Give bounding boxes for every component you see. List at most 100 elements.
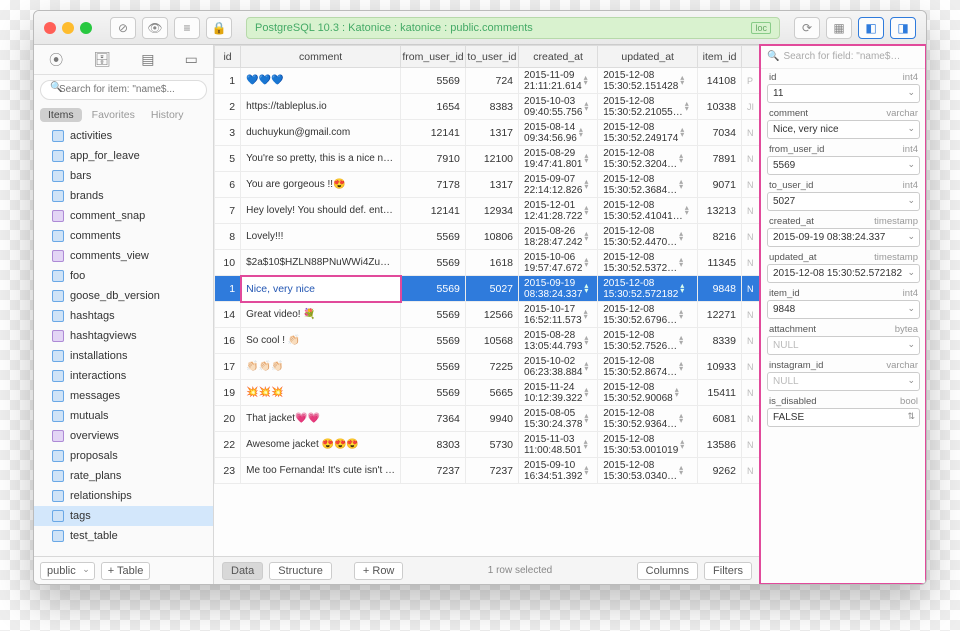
table-row[interactable]: 5You're so pretty, this is a nice ni gor… — [215, 146, 760, 172]
cell-from[interactable]: 12141 — [401, 120, 466, 146]
cell-from[interactable]: 7237 — [401, 458, 466, 484]
field-value[interactable]: Nice, very nice — [767, 120, 920, 139]
cell-id[interactable]: 10 — [215, 250, 241, 276]
table-row[interactable]: 8Lovely!!!5569108062015-08-2618:28:47.24… — [215, 224, 760, 250]
col-extra[interactable] — [741, 46, 759, 68]
zoom-window-icon[interactable] — [80, 22, 92, 34]
cell-id[interactable]: 1 — [215, 68, 241, 94]
cell-comment[interactable]: https://tableplus.io — [241, 94, 401, 120]
cell-id[interactable]: 14 — [215, 302, 241, 328]
panel-right-icon[interactable]: ◨ — [890, 17, 916, 39]
cell-created[interactable]: 2015-10-0206:23:38.884▴▾ — [519, 354, 598, 380]
table-row[interactable]: 16So cool ! 👏🏻5569105682015-08-2813:05:4… — [215, 328, 760, 354]
sidebar-item-hashtags[interactable]: hashtags — [34, 306, 213, 326]
cell-to[interactable]: 5665 — [465, 380, 518, 406]
tab-data[interactable]: Data — [222, 562, 263, 580]
cell-id[interactable]: 7 — [215, 198, 241, 224]
col-created_at[interactable]: created_at — [519, 46, 598, 68]
filters-button[interactable]: Filters — [704, 562, 752, 580]
cell-updated[interactable]: 2015-12-0815:30:52.9364…▴▾ — [598, 406, 698, 432]
cell-item[interactable]: 10338 — [698, 94, 742, 120]
cell-updated[interactable]: 2015-12-0815:30:52.249174▴▾ — [598, 120, 698, 146]
query-icon[interactable]: ▤ — [141, 51, 154, 68]
connection-icon[interactable]: ⦿ — [49, 50, 63, 70]
field-value[interactable]: NULL — [767, 336, 920, 355]
cell-comment[interactable]: $2a$10$HZLN88PNuWWi4ZuS91LbRdR98jt0kblvc… — [241, 250, 401, 276]
tab-structure[interactable]: Structure — [269, 562, 332, 580]
cell-from[interactable]: 7910 — [401, 146, 466, 172]
cell-id[interactable]: 2 — [215, 94, 241, 120]
cell-comment[interactable]: Awesome jacket 😍😍😍 — [241, 432, 401, 458]
tab-items[interactable]: Items — [40, 108, 82, 122]
cell-to[interactable]: 7225 — [465, 354, 518, 380]
cell-to[interactable]: 1317 — [465, 120, 518, 146]
cell-item[interactable]: 13213 — [698, 198, 742, 224]
cell-id[interactable]: 17 — [215, 354, 241, 380]
schema-select[interactable]: public — [40, 562, 95, 580]
col-comment[interactable]: comment — [241, 46, 401, 68]
close-window-icon[interactable] — [44, 22, 56, 34]
cell-comment-editing[interactable]: Nice, very nice — [241, 276, 401, 302]
cell-item[interactable]: 15411 — [698, 380, 742, 406]
cell-id[interactable]: 20 — [215, 406, 241, 432]
sidebar-item-app_for_leave[interactable]: app_for_leave — [34, 146, 213, 166]
field-value[interactable]: 11 — [767, 84, 920, 103]
table-row[interactable]: 10$2a$10$HZLN88PNuWWi4ZuS91LbRdR98jt0kbl… — [215, 250, 760, 276]
table-list[interactable]: activitiesapp_for_leavebarsbrandscomment… — [34, 126, 213, 557]
cell-to[interactable]: 8383 — [465, 94, 518, 120]
cell-to[interactable]: 724 — [465, 68, 518, 94]
cell-comment[interactable]: Hey lovely! You should def. enter the Ch… — [241, 198, 401, 224]
tab-history[interactable]: History — [145, 108, 190, 122]
cell-created[interactable]: 2015-10-0309:40:55.756▴▾ — [519, 94, 598, 120]
cell-id[interactable]: 19 — [215, 380, 241, 406]
cell-to[interactable]: 12566 — [465, 302, 518, 328]
cell-comment[interactable]: Great video! 💐 — [241, 302, 401, 328]
cell-created[interactable]: 2015-11-2410:12:39.322▴▾ — [519, 380, 598, 406]
col-id[interactable]: id — [215, 46, 241, 68]
sidebar-item-proposals[interactable]: proposals — [34, 446, 213, 466]
panel-left-icon[interactable]: ◧ — [858, 17, 884, 39]
cell-updated[interactable]: 2015-12-0815:30:52.572182▴▾ — [598, 276, 698, 302]
table-row[interactable]: 23Me too Fernanda! It's cute isn't it 😘 … — [215, 458, 760, 484]
undo-icon[interactable]: ⊘ — [110, 17, 136, 39]
columns-button[interactable]: Columns — [637, 562, 698, 580]
sidebar-item-comment_snap[interactable]: comment_snap — [34, 206, 213, 226]
sidebar-item-goose_db_version[interactable]: goose_db_version — [34, 286, 213, 306]
cell-created[interactable]: 2015-10-1716:52:11.573▴▾ — [519, 302, 598, 328]
cell-item[interactable]: 9262 — [698, 458, 742, 484]
cell-updated[interactable]: 2015-12-0815:30:52.21055…▴▾ — [598, 94, 698, 120]
refresh-icon[interactable]: ⟳ — [794, 17, 820, 39]
cell-item[interactable]: 9848 — [698, 276, 742, 302]
cell-comment[interactable]: Me too Fernanda! It's cute isn't it 😘 x — [241, 458, 401, 484]
table-row[interactable]: 20That jacket💗💗736499402015-08-0515:30:2… — [215, 406, 760, 432]
add-row-button[interactable]: + Row — [354, 562, 404, 580]
cell-updated[interactable]: 2015-12-0815:30:52.90068▴▾ — [598, 380, 698, 406]
cell-item[interactable]: 12271 — [698, 302, 742, 328]
table-row[interactable]: 14Great video! 💐5569125662015-10-1716:52… — [215, 302, 760, 328]
cell-from[interactable]: 5569 — [401, 276, 466, 302]
cell-from[interactable]: 5569 — [401, 68, 466, 94]
cell-created[interactable]: 2015-08-2919:47:41.801▴▾ — [519, 146, 598, 172]
cell-id[interactable]: 3 — [215, 120, 241, 146]
cell-updated[interactable]: 2015-12-0815:30:52.3204…▴▾ — [598, 146, 698, 172]
cell-from[interactable]: 5569 — [401, 302, 466, 328]
cell-from[interactable]: 5569 — [401, 328, 466, 354]
cell-to[interactable]: 7237 — [465, 458, 518, 484]
field-value[interactable]: NULL — [767, 372, 920, 391]
cell-to[interactable]: 1618 — [465, 250, 518, 276]
cell-updated[interactable]: 2015-12-0815:30:52.3684…▴▾ — [598, 172, 698, 198]
cell-item[interactable]: 10933 — [698, 354, 742, 380]
field-value[interactable]: 2015-09-19 08:38:24.337 — [767, 228, 920, 247]
sql-icon[interactable]: ▭ — [185, 51, 198, 68]
sidebar-item-comments[interactable]: comments — [34, 226, 213, 246]
table-row[interactable]: 1💙💙💙55697242015-11-0921:11:21.614▴▾2015-… — [215, 68, 760, 94]
history-icon[interactable]: ≡ — [174, 17, 200, 39]
cell-item[interactable]: 14108 — [698, 68, 742, 94]
cell-to[interactable]: 9940 — [465, 406, 518, 432]
cell-from[interactable]: 5569 — [401, 380, 466, 406]
cell-comment[interactable]: 💥💥💥 — [241, 380, 401, 406]
tab-favorites[interactable]: Favorites — [86, 108, 141, 122]
sidebar-item-test_table[interactable]: test_table — [34, 526, 213, 546]
cell-comment[interactable]: duchuykun@gmail.com — [241, 120, 401, 146]
col-from_user_id[interactable]: from_user_id — [401, 46, 466, 68]
